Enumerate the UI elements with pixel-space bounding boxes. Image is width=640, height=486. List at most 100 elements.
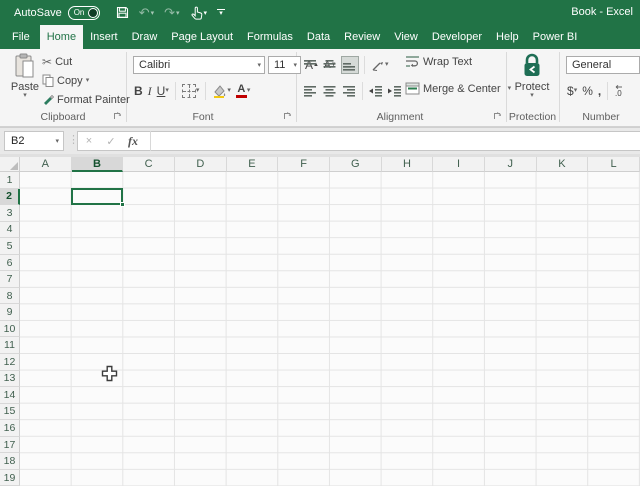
clipboard-dialog-launcher[interactable] xyxy=(113,110,123,122)
align-right-button[interactable] xyxy=(341,82,357,100)
insert-function-button[interactable]: fx xyxy=(122,134,144,149)
tab-draw[interactable]: Draw xyxy=(125,25,165,49)
number-format-combo[interactable]: General xyxy=(566,56,640,74)
font-dialog-launcher[interactable] xyxy=(283,110,293,122)
orientation-dropdown-icon[interactable]: ▾ xyxy=(385,61,389,68)
percent-style-button[interactable]: % xyxy=(581,82,594,100)
italic-button[interactable]: I xyxy=(147,82,153,100)
save-button[interactable] xyxy=(112,2,133,24)
column-header-g[interactable]: G xyxy=(329,157,382,172)
tab-data[interactable]: Data xyxy=(300,25,337,49)
column-header-d[interactable]: D xyxy=(174,157,227,172)
column-header-b[interactable]: B xyxy=(71,157,124,172)
redo-dropdown-icon[interactable]: ▾ xyxy=(176,9,180,17)
row-header-11[interactable]: 11 xyxy=(0,337,20,355)
row-header-17[interactable]: 17 xyxy=(0,436,20,454)
tab-file[interactable]: File xyxy=(2,25,40,49)
column-header-k[interactable]: K xyxy=(536,157,589,172)
row-header-10[interactable]: 10 xyxy=(0,320,20,338)
merge-center-button[interactable]: Merge & Center ▾ xyxy=(405,82,511,95)
tab-insert[interactable]: Insert xyxy=(83,25,125,49)
tab-power-bi[interactable]: Power BI xyxy=(526,25,585,49)
copy-dropdown-icon[interactable]: ▾ xyxy=(86,77,90,84)
row-header-14[interactable]: 14 xyxy=(0,387,20,404)
borders-dropdown-icon[interactable]: ▾ xyxy=(196,87,200,94)
align-left-button[interactable] xyxy=(303,82,319,100)
paste-button[interactable]: Paste ▾ xyxy=(8,53,42,99)
row-header-16[interactable]: 16 xyxy=(0,420,20,437)
column-header-a[interactable]: A xyxy=(20,157,72,172)
tab-view[interactable]: View xyxy=(387,25,425,49)
accounting-format-button[interactable]: $ ▾ xyxy=(566,82,578,100)
cells-area[interactable] xyxy=(20,172,640,486)
column-header-h[interactable]: H xyxy=(381,157,434,172)
row-header-9[interactable]: 9 xyxy=(0,304,20,321)
row-header-3[interactable]: 3 xyxy=(0,205,20,222)
redo-button[interactable]: ↷ ▾ xyxy=(160,2,183,24)
tab-home[interactable]: Home xyxy=(39,25,84,49)
protect-dropdown-icon[interactable]: ▾ xyxy=(530,92,534,99)
font-name-combo[interactable]: Calibri ▾ xyxy=(133,56,265,74)
middle-align-button[interactable] xyxy=(322,56,338,74)
customize-qat-button[interactable]: ▾ xyxy=(217,9,226,17)
touch-mode-dropdown-icon[interactable]: ▾ xyxy=(204,9,208,17)
center-button[interactable] xyxy=(322,82,338,100)
comma-style-button[interactable]: , xyxy=(597,82,602,100)
row-header-7[interactable]: 7 xyxy=(0,271,20,288)
enter-button[interactable]: ✓ xyxy=(100,135,122,148)
font-color-dropdown-icon[interactable]: ▾ xyxy=(247,87,251,94)
font-name-dropdown-icon[interactable]: ▾ xyxy=(254,61,264,69)
fill-color-dropdown-icon[interactable]: ▾ xyxy=(227,87,231,94)
borders-button[interactable]: ▾ xyxy=(181,82,201,100)
row-header-4[interactable]: 4 xyxy=(0,221,20,239)
accounting-dropdown-icon[interactable]: ▾ xyxy=(574,87,578,94)
tab-formulas[interactable]: Formulas xyxy=(240,25,300,49)
column-header-f[interactable]: F xyxy=(278,157,330,172)
increase-indent-button[interactable] xyxy=(387,82,403,100)
alignment-dialog-launcher[interactable] xyxy=(493,110,503,122)
cut-button[interactable]: ✂ Cut xyxy=(42,55,72,69)
underline-dropdown-icon[interactable]: ▾ xyxy=(165,87,169,94)
row-header-15[interactable]: 15 xyxy=(0,403,20,421)
column-header-j[interactable]: J xyxy=(484,157,537,172)
orientation-button[interactable]: ▾ xyxy=(370,56,390,74)
undo-dropdown-icon[interactable]: ▾ xyxy=(151,9,155,17)
underline-button[interactable]: U ▾ xyxy=(156,82,170,100)
row-header-6[interactable]: 6 xyxy=(0,254,20,272)
autosave-toggle[interactable]: On xyxy=(67,5,100,20)
copy-button[interactable]: Copy ▾ xyxy=(42,74,89,87)
cancel-button[interactable]: × xyxy=(78,135,100,147)
paste-dropdown-icon[interactable]: ▾ xyxy=(23,92,27,99)
protect-button[interactable]: Protect ▾ xyxy=(512,53,552,99)
touch-mouse-mode-button[interactable]: ▾ xyxy=(186,2,212,24)
name-box-dropdown-icon[interactable]: ▾ xyxy=(55,137,63,145)
row-header-2[interactable]: 2 xyxy=(0,188,20,206)
decrease-indent-button[interactable] xyxy=(368,82,384,100)
row-header-19[interactable]: 19 xyxy=(0,469,20,486)
tab-review[interactable]: Review xyxy=(337,25,387,49)
fill-handle[interactable] xyxy=(120,202,126,208)
fill-color-button[interactable]: ▾ xyxy=(211,82,232,100)
column-header-l[interactable]: L xyxy=(588,157,640,172)
row-header-8[interactable]: 8 xyxy=(0,287,20,305)
row-header-13[interactable]: 13 xyxy=(0,370,20,388)
row-header-18[interactable]: 18 xyxy=(0,453,20,470)
bold-button[interactable]: B xyxy=(133,82,144,100)
font-size-combo[interactable]: 11 ▾ xyxy=(268,56,301,74)
wrap-text-button[interactable]: Wrap Text xyxy=(405,55,472,68)
column-header-c[interactable]: C xyxy=(123,157,175,172)
bottom-align-button[interactable] xyxy=(341,56,359,74)
name-box[interactable]: B2 ▾ xyxy=(4,131,64,151)
font-color-button[interactable]: A ▾ xyxy=(235,82,252,100)
tab-developer[interactable]: Developer xyxy=(425,25,489,49)
font-size-dropdown-icon[interactable]: ▾ xyxy=(290,61,300,69)
undo-button[interactable]: ↶ ▾ xyxy=(135,2,158,24)
row-header-5[interactable]: 5 xyxy=(0,238,20,255)
row-header-12[interactable]: 12 xyxy=(0,354,20,371)
select-all-button[interactable] xyxy=(0,157,20,172)
top-align-button[interactable] xyxy=(303,56,319,74)
column-header-e[interactable]: E xyxy=(226,157,279,172)
selected-cell-outline[interactable] xyxy=(70,187,126,208)
formula-input[interactable] xyxy=(151,132,640,150)
tab-page-layout[interactable]: Page Layout xyxy=(164,25,240,49)
